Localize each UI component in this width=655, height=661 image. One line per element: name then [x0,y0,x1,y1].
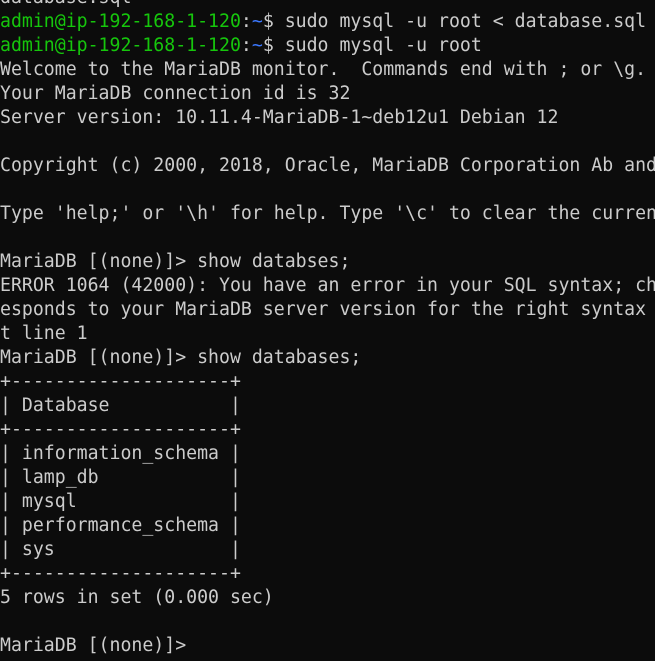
terminal-line: Copyright (c) 2000, 2018, Oracle, MariaD… [0,154,655,178]
terminal-line: | Database | [0,394,655,418]
terminal-text: Server version: 10.11.4-MariaDB-1~deb12u… [0,107,559,128]
terminal-line: admin@ip-192-168-1-120:~$ sudo mysql -u … [0,34,655,58]
terminal-line: Your MariaDB connection id is 32 [0,82,655,106]
terminal-text: Welcome to the MariaDB monitor. Commands… [0,59,647,80]
terminal-line: | performance_schema | [0,514,655,538]
terminal-text: 5 rows in set (0.000 sec) [0,587,274,608]
terminal-line: +--------------------+ [0,562,655,586]
terminal-text: Your MariaDB connection id is 32 [0,83,351,104]
terminal-text: $ sudo mysql -u root [262,35,482,56]
terminal-text: $ sudo mysql -u root < database.sql [262,11,647,32]
terminal-line: MariaDB [(none)]> show databses; [0,250,655,274]
terminal-line: MariaDB [(none)]> show databases; [0,346,655,370]
terminal-line: 5 rows in set (0.000 sec) [0,586,655,610]
terminal-text: | performance_schema | [0,515,241,536]
terminal-text: +--------------------+ [0,371,241,392]
prompt-path: ~ [251,35,263,56]
terminal-text: ERROR 1064 (42000): You have an error in… [0,275,655,296]
terminal-text: | sys | [0,539,241,560]
terminal-text: database.sql [0,0,131,8]
terminal-line: database.sql [0,0,655,10]
terminal-text: MariaDB [(none)]> show databses; [0,251,351,272]
terminal-text: Type 'help;' or '\h' for help. Type '\c'… [0,203,655,224]
terminal-line: +--------------------+ [0,370,655,394]
terminal-line: | sys | [0,538,655,562]
terminal-text: | mysql | [0,491,241,512]
terminal-line: t line 1 [0,322,655,346]
terminal-line: | mysql | [0,490,655,514]
terminal-line: ERROR 1064 (42000): You have an error in… [0,274,655,298]
terminal-text: esponds to your MariaDB server version f… [0,299,655,320]
prompt-user-host: admin@ip-192-168-1-120 [0,35,241,56]
terminal-text: +--------------------+ [0,563,241,584]
terminal-text: MariaDB [(none)]> show databases; [0,347,362,368]
terminal-line: Server version: 10.11.4-MariaDB-1~deb12u… [0,106,655,130]
terminal-line: MariaDB [(none)]> [0,634,655,658]
terminal-text: Copyright (c) 2000, 2018, Oracle, MariaD… [0,155,655,176]
terminal-window[interactable]: database.sqladmin@ip-192-168-1-120:~$ su… [0,0,655,661]
terminal-text: | Database | [0,395,241,416]
terminal-text: | lamp_db | [0,467,241,488]
terminal-line: Welcome to the MariaDB monitor. Commands… [0,58,655,82]
prompt-path: ~ [251,11,263,32]
terminal-text: | information_schema | [0,443,241,464]
terminal-text: MariaDB [(none)]> [0,635,198,656]
terminal-line: +--------------------+ [0,418,655,442]
terminal-text: t line 1 [0,323,88,344]
prompt-separator: : [240,11,252,32]
terminal-text: +--------------------+ [0,419,241,440]
terminal-line: | lamp_db | [0,466,655,490]
prompt-user-host: admin@ip-192-168-1-120 [0,11,241,32]
prompt-separator: : [240,35,252,56]
terminal-line: admin@ip-192-168-1-120:~$ sudo mysql -u … [0,10,655,34]
terminal-line: | information_schema | [0,442,655,466]
terminal-line: esponds to your MariaDB server version f… [0,298,655,322]
terminal-line: Type 'help;' or '\h' for help. Type '\c'… [0,202,655,226]
